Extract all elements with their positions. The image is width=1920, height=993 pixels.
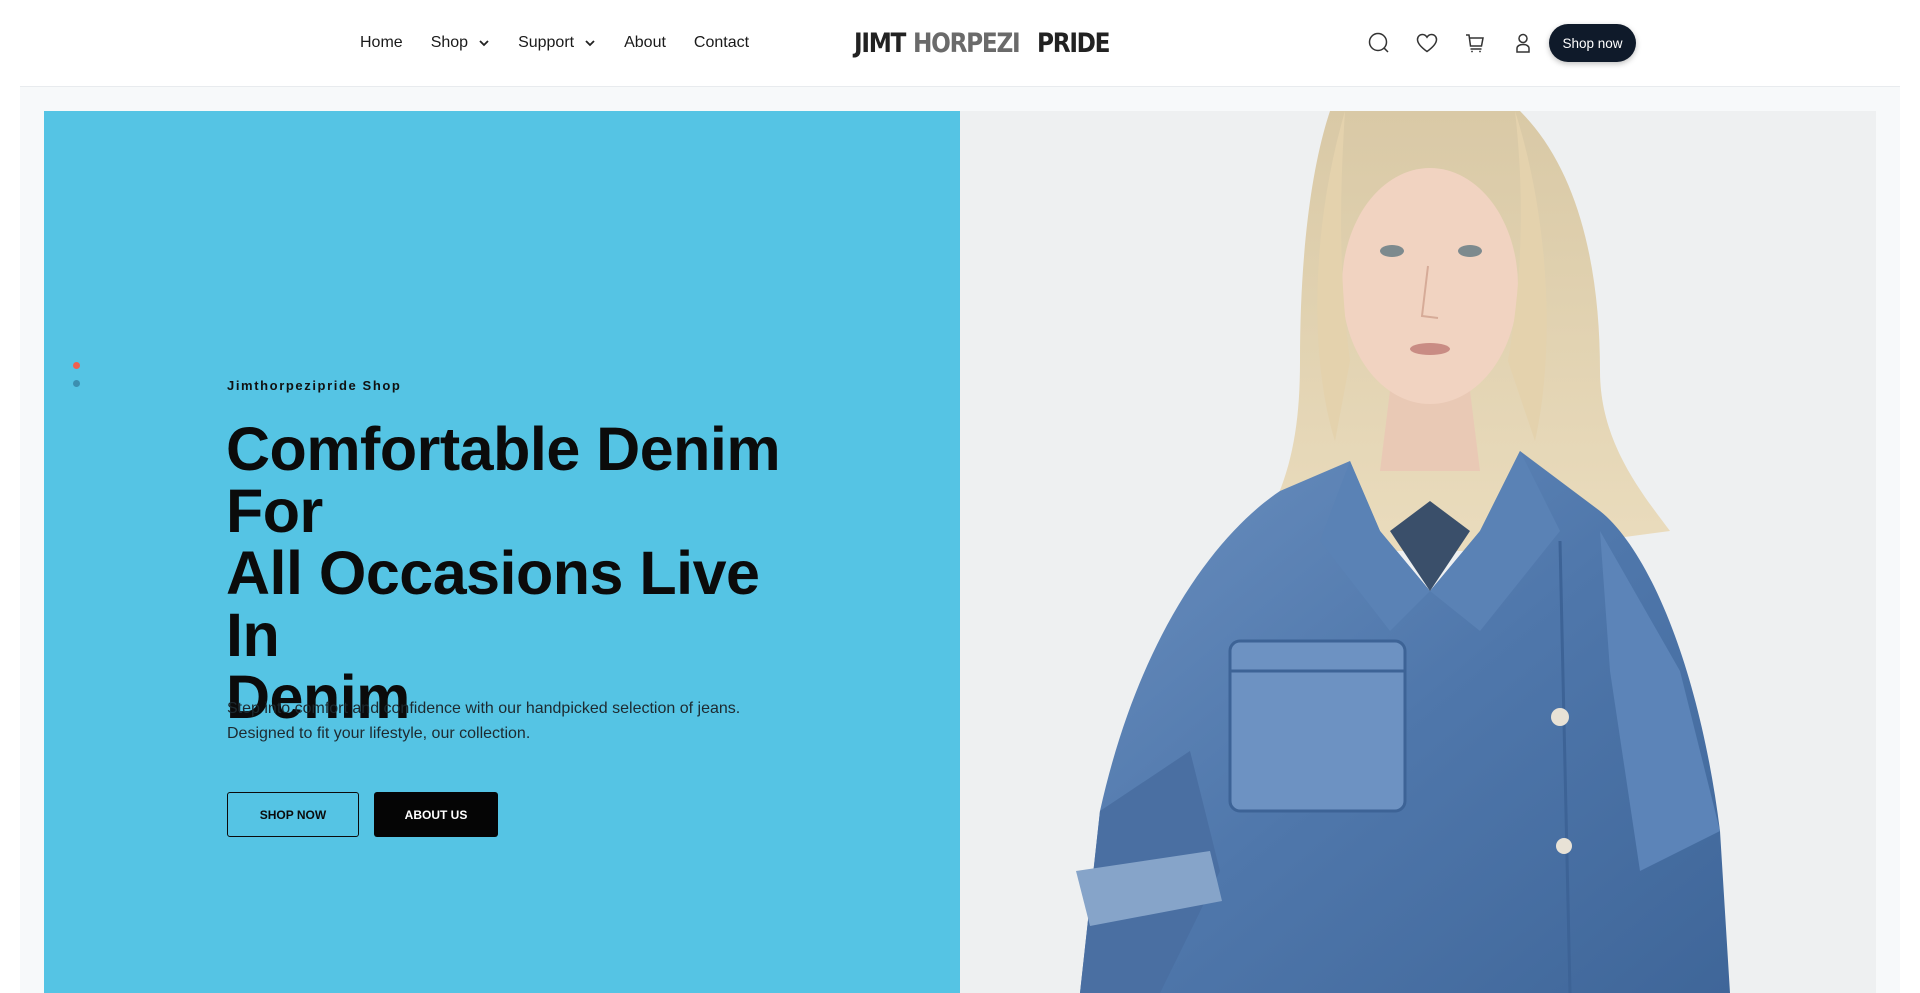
chevron-down-icon [585,40,595,47]
headline-line-2: For [226,477,323,545]
hero-eyebrow: Jimthorpezipride Shop [227,378,402,393]
slider-pagination [73,362,80,398]
cart-button[interactable] [1462,30,1488,56]
model-denim-jacket-image [960,111,1876,993]
cart-icon [1466,34,1484,53]
heart-icon [1416,33,1438,53]
nav-support[interactable]: Support [518,34,596,52]
search-button[interactable] [1366,30,1392,56]
hero-description: Step into comfort and confidence with ou… [227,696,767,746]
search-icon [1368,32,1389,53]
about-us-button[interactable]: ABOUT US [374,792,498,837]
description-line-1: Step into comfort and confidence with ou… [227,700,741,717]
hero-image-panel [960,111,1876,993]
nav-support-label: Support [518,34,575,51]
site-header: Home Shop Support About Contact JIMT HORP… [0,0,1920,86]
slider-dot-2[interactable] [73,380,80,387]
logo-part-3: PRIDE [1037,27,1111,59]
headline-line-1: Comfortable Denim [226,415,781,483]
header-actions [1366,24,1558,62]
hero-headline: Comfortable Denim For All Occasions Live… [226,418,786,728]
account-button[interactable] [1510,30,1536,56]
headline-line-3: All Occasions Live In [226,539,760,669]
description-line-2: Designed to fit your lifestyle, our coll… [227,725,531,742]
slider-dot-1[interactable] [73,362,80,369]
nav-about[interactable]: About [624,34,666,52]
nav-contact[interactable]: Contact [694,34,749,52]
nav-shop-label: Shop [430,34,469,51]
wishlist-button[interactable] [1414,30,1440,56]
header-shop-now-button[interactable]: Shop now [1549,24,1636,62]
user-icon [1516,33,1530,53]
brand-logo[interactable]: JIMT HORPEZI PRIDE [854,26,1121,60]
nav-shop[interactable]: Shop [431,34,490,52]
nav-contact-label: Contact [693,34,750,51]
nav-home-label: Home [360,34,403,51]
logo-part-2: HORPEZI [913,27,1021,59]
logo-part-1: JIMT [854,27,906,59]
nav-about-label: About [624,34,666,51]
nav-home[interactable]: Home [360,34,403,52]
chevron-down-icon [479,40,489,47]
main-nav: Home Shop Support About Contact [360,0,777,86]
shop-now-button[interactable]: SHOP NOW [227,792,359,837]
